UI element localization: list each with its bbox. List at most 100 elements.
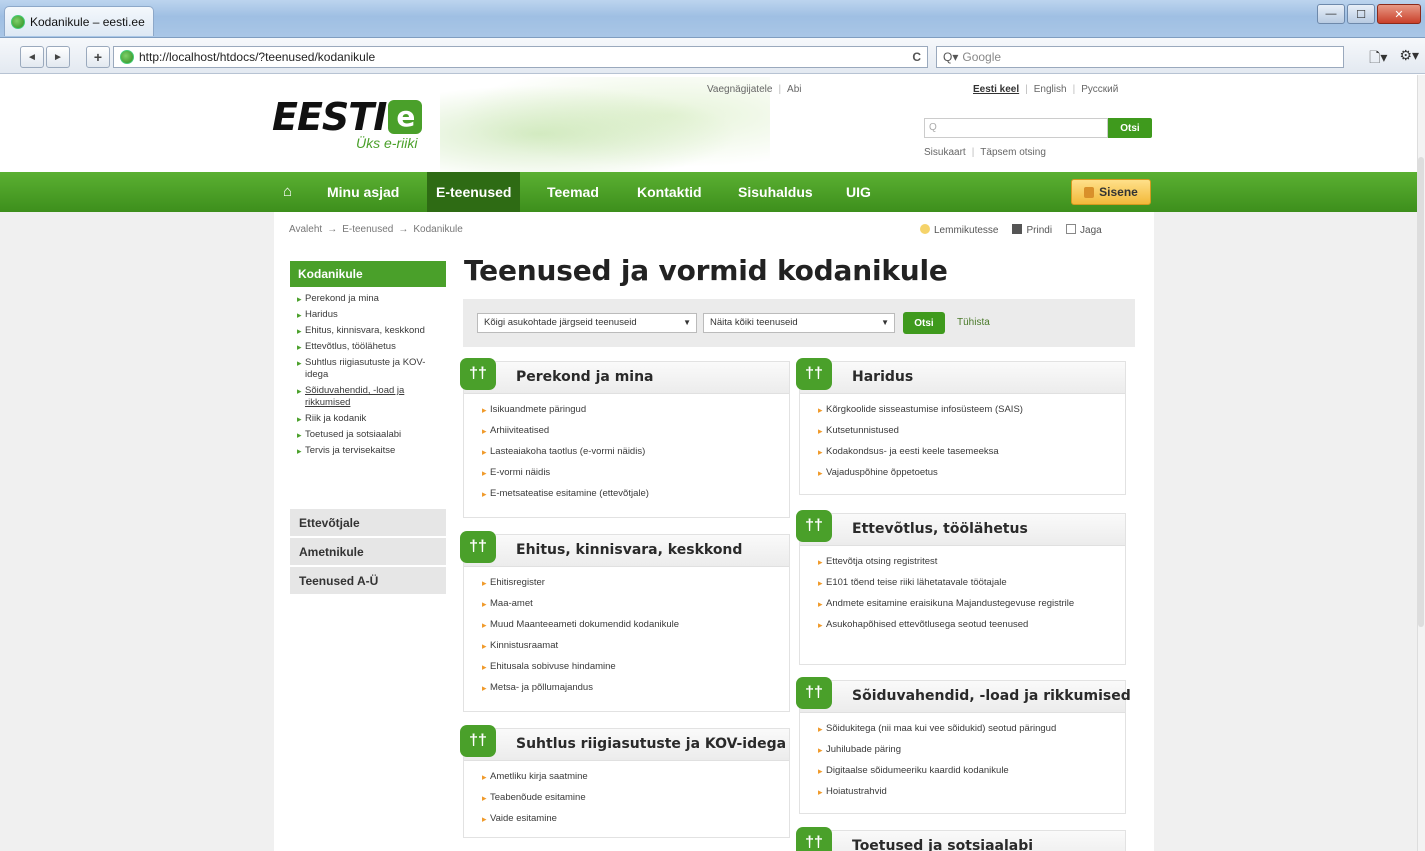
close-button[interactable]: ✕ [1377,4,1421,24]
service-link[interactable]: Lasteaiakoha taotlus (e-vormi näidis) [482,446,789,458]
logo-text: EESTI [272,95,387,139]
signin-button[interactable]: Sisene [1071,179,1151,205]
sidebar-ettevotjale[interactable]: Ettevõtjale [290,509,446,537]
vertical-scrollbar[interactable] [1417,75,1425,851]
sidebar-item[interactable]: Ehitus, kinnisvara, keskkond [297,325,447,337]
reload-icon[interactable]: C [912,50,921,64]
sidebar-item[interactable]: Haridus [297,309,447,321]
sidebar-item[interactable]: Ettevõtlus, töölähetus [297,341,447,353]
page-menu-icon[interactable]: 🗋▾ [1369,47,1387,71]
link-sisukaart[interactable]: Sisukaart [924,147,966,158]
nav-uig[interactable]: UIG [840,172,877,212]
nav-teemad[interactable]: Teemad [541,172,605,212]
breadcrumb: Avaleht → E-teenused → Kodanikule [289,224,463,235]
nav-sisuhaldus[interactable]: Sisuhaldus [732,172,819,212]
sidebar-item[interactable]: Suhtlus riigiasutuste ja KOV-idega [297,357,447,381]
forward-button[interactable]: ► [46,46,70,68]
sidebar-item[interactable]: Tervis ja tervisekaitse [297,445,447,457]
sidebar-item[interactable]: Riik ja kodanik [297,413,447,425]
home-icon[interactable]: ⌂ [283,183,299,200]
card-title[interactable]: Haridus [852,369,913,385]
site-logo[interactable]: EESTI Üks e-riiki [272,95,423,151]
filter-bar: Kõigi asukohtade järgseid teenuseid ▼ Nä… [463,299,1135,347]
share-link[interactable]: Jaga [1066,224,1102,236]
scrollbar-thumb[interactable] [1418,157,1424,627]
service-link[interactable]: Ehitisregister [482,577,789,589]
forward-icon: ► [53,51,63,63]
service-link[interactable]: Hoiatustrahvid [818,786,1125,798]
card-title[interactable]: Suhtlus riigiasutuste ja KOV-idega [516,736,786,752]
site-favicon-icon [120,50,134,64]
service-link[interactable]: Vajaduspõhine õppetoetus [818,467,1125,479]
service-link[interactable]: Andmete esitamine eraisikuna Majandusteg… [818,598,1125,610]
category-card-suhtlus: †† Suhtlus riigiasutuste ja KOV-idega Am… [460,725,790,838]
service-link[interactable]: Ametliku kirja saatmine [482,771,789,783]
breadcrumb-avaleht[interactable]: Avaleht [289,224,322,235]
accessibility-links: Vaegnägijatele | Abi [707,84,802,95]
service-link[interactable]: Kinnistusraamat [482,640,789,652]
sidebar-item[interactable]: Perekond ja mina [297,293,447,305]
service-filter-select[interactable]: Näita kõiki teenuseid ▼ [703,313,895,333]
service-link[interactable]: Vaide esitamine [482,813,789,825]
service-link[interactable]: Juhilubade päring [818,744,1125,756]
location-filter-select[interactable]: Kõigi asukohtade järgseid teenuseid ▼ [477,313,697,333]
minimize-button[interactable]: — [1317,4,1345,24]
sidebar-list: Perekond ja mina Haridus Ehitus, kinnisv… [297,293,447,461]
service-link[interactable]: Arhiiviteatised [482,425,789,437]
browser-search-input[interactable]: Q▾ Google [936,46,1344,68]
service-link[interactable]: E-metsateatise esitamine (ettevõtjale) [482,488,789,500]
sidebar-item[interactable]: Toetused ja sotsiaalabi [297,429,447,441]
service-link[interactable]: E-vormi näidis [482,467,789,479]
card-title[interactable]: Ettevõtlus, töölähetus [852,521,1028,537]
gear-icon[interactable]: ⚙▾ [1399,47,1419,71]
browser-tab[interactable]: Kodanikule – eesti.ee [4,6,154,36]
filter-search-button[interactable]: Otsi [903,312,945,334]
link-tapsem-otsing[interactable]: Täpsem otsing [980,147,1046,158]
service-link[interactable]: Ettevõtja otsing registritest [818,556,1125,568]
service-link[interactable]: Isikuandmete päringud [482,404,789,416]
breadcrumb-e-teenused[interactable]: E-teenused [342,224,393,235]
favorites-link[interactable]: Lemmikutesse [920,224,998,236]
family-icon: †† [460,531,496,563]
service-link[interactable]: Kodakondsus- ja eesti keele tasemeeksa [818,446,1125,458]
sidebar-teenused-a-u[interactable]: Teenused A-Ü [290,567,446,595]
site-search-button[interactable]: Otsi [1108,118,1152,138]
service-link[interactable]: Sõidukitega (nii maa kui vee sõidukid) s… [818,723,1125,735]
link-abi[interactable]: Abi [787,84,801,95]
chevron-down-icon: ▼ [881,318,889,327]
service-link[interactable]: Muud Maanteeameti dokumendid kodanikule [482,619,789,631]
link-vaegnagijatele[interactable]: Vaegnägijatele [707,84,772,95]
service-filter-value: Näita kõiki teenuseid [710,317,798,328]
filter-clear-link[interactable]: Tühista [957,317,990,328]
service-link[interactable]: Teabenõude esitamine [482,792,789,804]
print-link[interactable]: Prindi [1012,224,1052,236]
lang-et[interactable]: Eesti keel [973,84,1019,95]
lang-en[interactable]: English [1034,84,1067,95]
lang-ru[interactable]: Русский [1081,84,1118,95]
nav-minu-asjad[interactable]: Minu asjad [321,172,405,212]
page-title: Teenused ja vormid kodanikule [464,254,948,287]
address-bar[interactable]: http://localhost/htdocs/?teenused/kodani… [113,46,928,68]
maximize-button[interactable]: ☐ [1347,4,1375,24]
back-button[interactable]: ◄ [20,46,44,68]
service-link[interactable]: Digitaalse sõidumeeriku kaardid kodaniku… [818,765,1125,777]
card-title[interactable]: Toetused ja sotsiaalabi [852,838,1033,851]
sidebar-ametnikule[interactable]: Ametnikule [290,538,446,566]
new-tab-button[interactable]: + [86,46,110,68]
sidebar-item-current[interactable]: Sõiduvahendid, -load ja rikkumised [297,385,447,409]
sidebar-heading[interactable]: Kodanikule [290,261,446,287]
service-link[interactable]: Kutsetunnistused [818,425,1125,437]
service-link[interactable]: Maa-amet [482,598,789,610]
nav-e-teenused[interactable]: E-teenused [427,172,521,212]
site-search-input[interactable]: Q [924,118,1108,138]
card-title[interactable]: Sõiduvahendid, -load ja rikkumised [852,688,1131,704]
family-icon: †† [796,827,832,851]
nav-kontaktid[interactable]: Kontaktid [631,172,708,212]
service-link[interactable]: Ehitusala sobivuse hindamine [482,661,789,673]
service-link[interactable]: Asukohapõhised ettevõtlusega seotud teen… [818,619,1125,631]
service-link[interactable]: Kõrgkoolide sisseastumise infosüsteem (S… [818,404,1125,416]
card-title[interactable]: Perekond ja mina [516,369,654,385]
service-link[interactable]: Metsa- ja põllumajandus [482,682,789,694]
service-link[interactable]: E101 tõend teise riiki lähetatavale tööt… [818,577,1125,589]
card-title[interactable]: Ehitus, kinnisvara, keskkond [516,542,742,558]
